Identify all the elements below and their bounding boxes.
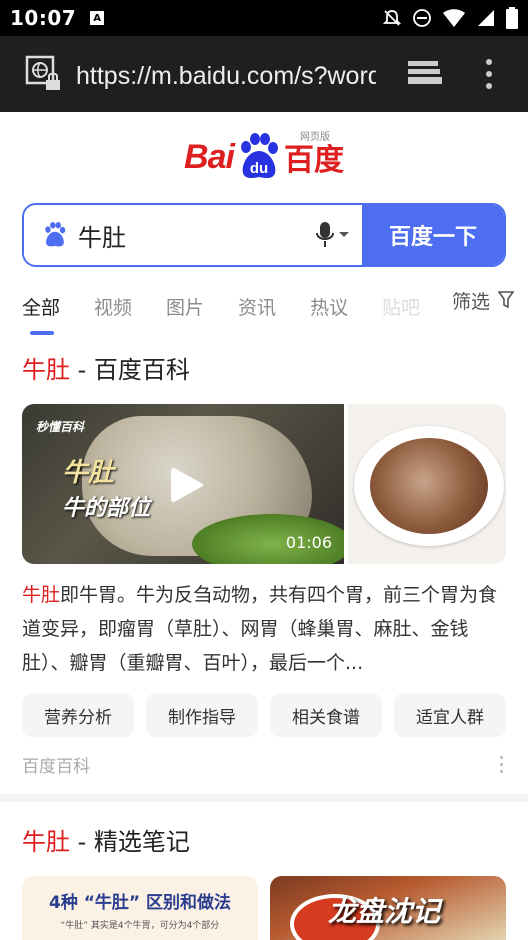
result-title[interactable]: 牛肚 - 百度百科 <box>22 350 190 385</box>
paw-icon: du <box>240 133 278 179</box>
logo-text-bai: Bai <box>184 137 235 176</box>
browser-toolbar: https://m.baidu.com/s?word=牛肚 <box>0 36 528 112</box>
video-brand: 秒懂百科 <box>36 420 85 434</box>
note-card-2-title: 龙盘沈记 <box>328 895 441 928</box>
search-button[interactable]: 百度一下 <box>362 205 504 265</box>
logo-text-du: du <box>250 160 268 177</box>
chip-recipes[interactable]: 相关食谱 <box>270 693 382 737</box>
section-divider <box>0 794 528 802</box>
tab-news[interactable]: 资讯 <box>238 293 276 320</box>
note-card-1-subtitle: “牛肚” 其实是4个牛胃，可分为4个部分 <box>60 921 220 931</box>
chip-nutrition[interactable]: 营养分析 <box>22 693 134 737</box>
chip-suitable-people[interactable]: 适宜人群 <box>394 693 506 737</box>
microphone-icon <box>316 222 334 247</box>
tab-discussion[interactable]: 热议 <box>310 293 348 320</box>
note-card-2[interactable]: 龙盘沈记 <box>270 876 506 940</box>
chevron-down-icon <box>339 232 349 237</box>
search-box: 牛肚 百度一下 <box>22 203 506 267</box>
result-title-notes[interactable]: 牛肚 - 精选笔记 <box>22 822 190 857</box>
filter-button[interactable]: 筛选 <box>445 284 514 316</box>
signal-icon <box>478 10 494 26</box>
baidu-logo: Bai du 百度 网页版 <box>0 132 528 182</box>
url-bar[interactable]: https://m.baidu.com/s?word=牛肚 <box>76 56 376 92</box>
filter-label: 筛选 <box>451 290 490 313</box>
related-chips: 营养分析 制作指导 相关食谱 适宜人群 <box>22 693 506 737</box>
video-caption-subtitle: 牛的部位 <box>62 496 151 521</box>
dnd-icon <box>413 9 431 27</box>
voice-search-button[interactable] <box>316 221 350 249</box>
filter-icon <box>498 291 514 309</box>
more-options-icon[interactable] <box>500 756 503 773</box>
result2-title-keyword: 牛肚 <box>22 828 70 856</box>
search-tabs: 全部 视频 图片 资讯 热议 贴吧 筛选 <box>22 284 528 335</box>
site-info-icon[interactable] <box>24 54 64 94</box>
battery-icon <box>506 7 518 29</box>
result-media: 秒懂百科 牛肚 牛的部位 01:06 <box>22 404 506 564</box>
summary-keyword: 牛肚 <box>22 584 61 606</box>
result-summary[interactable]: 牛肚即牛胃。牛为反刍动物，共有四个胃，前三个胃为食道变异，即瘤胃（草肚）、网胃（… <box>22 578 506 680</box>
video-caption-title: 牛肚 <box>62 458 115 488</box>
summary-text: 即牛胃。牛为反刍动物，共有四个胃，前三个胃为食道变异，即瘤胃（草肚）、网胃（蜂巢… <box>22 584 498 674</box>
mute-icon <box>382 10 402 26</box>
notification-icon: A <box>90 11 105 25</box>
chip-cooking-guide[interactable]: 制作指导 <box>146 693 258 737</box>
tabs-switcher-icon[interactable] <box>406 57 442 91</box>
video-thumbnail[interactable]: 秒懂百科 牛肚 牛的部位 01:06 <box>22 404 344 564</box>
video-duration: 01:06 <box>285 533 332 552</box>
tab-tieba[interactable]: 贴吧 <box>382 293 420 320</box>
result-source: 百度百科 <box>22 757 90 777</box>
tab-images[interactable]: 图片 <box>166 293 204 320</box>
tab-video[interactable]: 视频 <box>94 293 132 320</box>
note-card-1-title: 4种 “牛肚” 区别和做法 <box>48 893 231 913</box>
result-title-source: - 百度百科 <box>70 356 190 384</box>
play-icon[interactable] <box>170 466 204 504</box>
tab-all[interactable]: 全部 <box>22 293 60 335</box>
result-title-keyword: 牛肚 <box>22 356 70 384</box>
result-image[interactable] <box>348 404 506 564</box>
status-bar: 10:07 A <box>0 0 528 36</box>
logo-tag: 网页版 <box>299 132 330 143</box>
overflow-menu-icon[interactable] <box>486 59 492 89</box>
wifi-icon <box>443 9 465 27</box>
note-card-1[interactable]: 4种 “牛肚” 区别和做法 “牛肚” 其实是4个牛胃，可分为4个部分 <box>22 876 258 940</box>
search-query[interactable]: 牛肚 <box>78 218 316 253</box>
search-input[interactable]: 牛肚 <box>24 205 362 265</box>
paw-small-icon <box>45 222 66 247</box>
result2-title-source: - 精选笔记 <box>70 828 190 856</box>
status-time: 10:07 <box>10 6 77 30</box>
